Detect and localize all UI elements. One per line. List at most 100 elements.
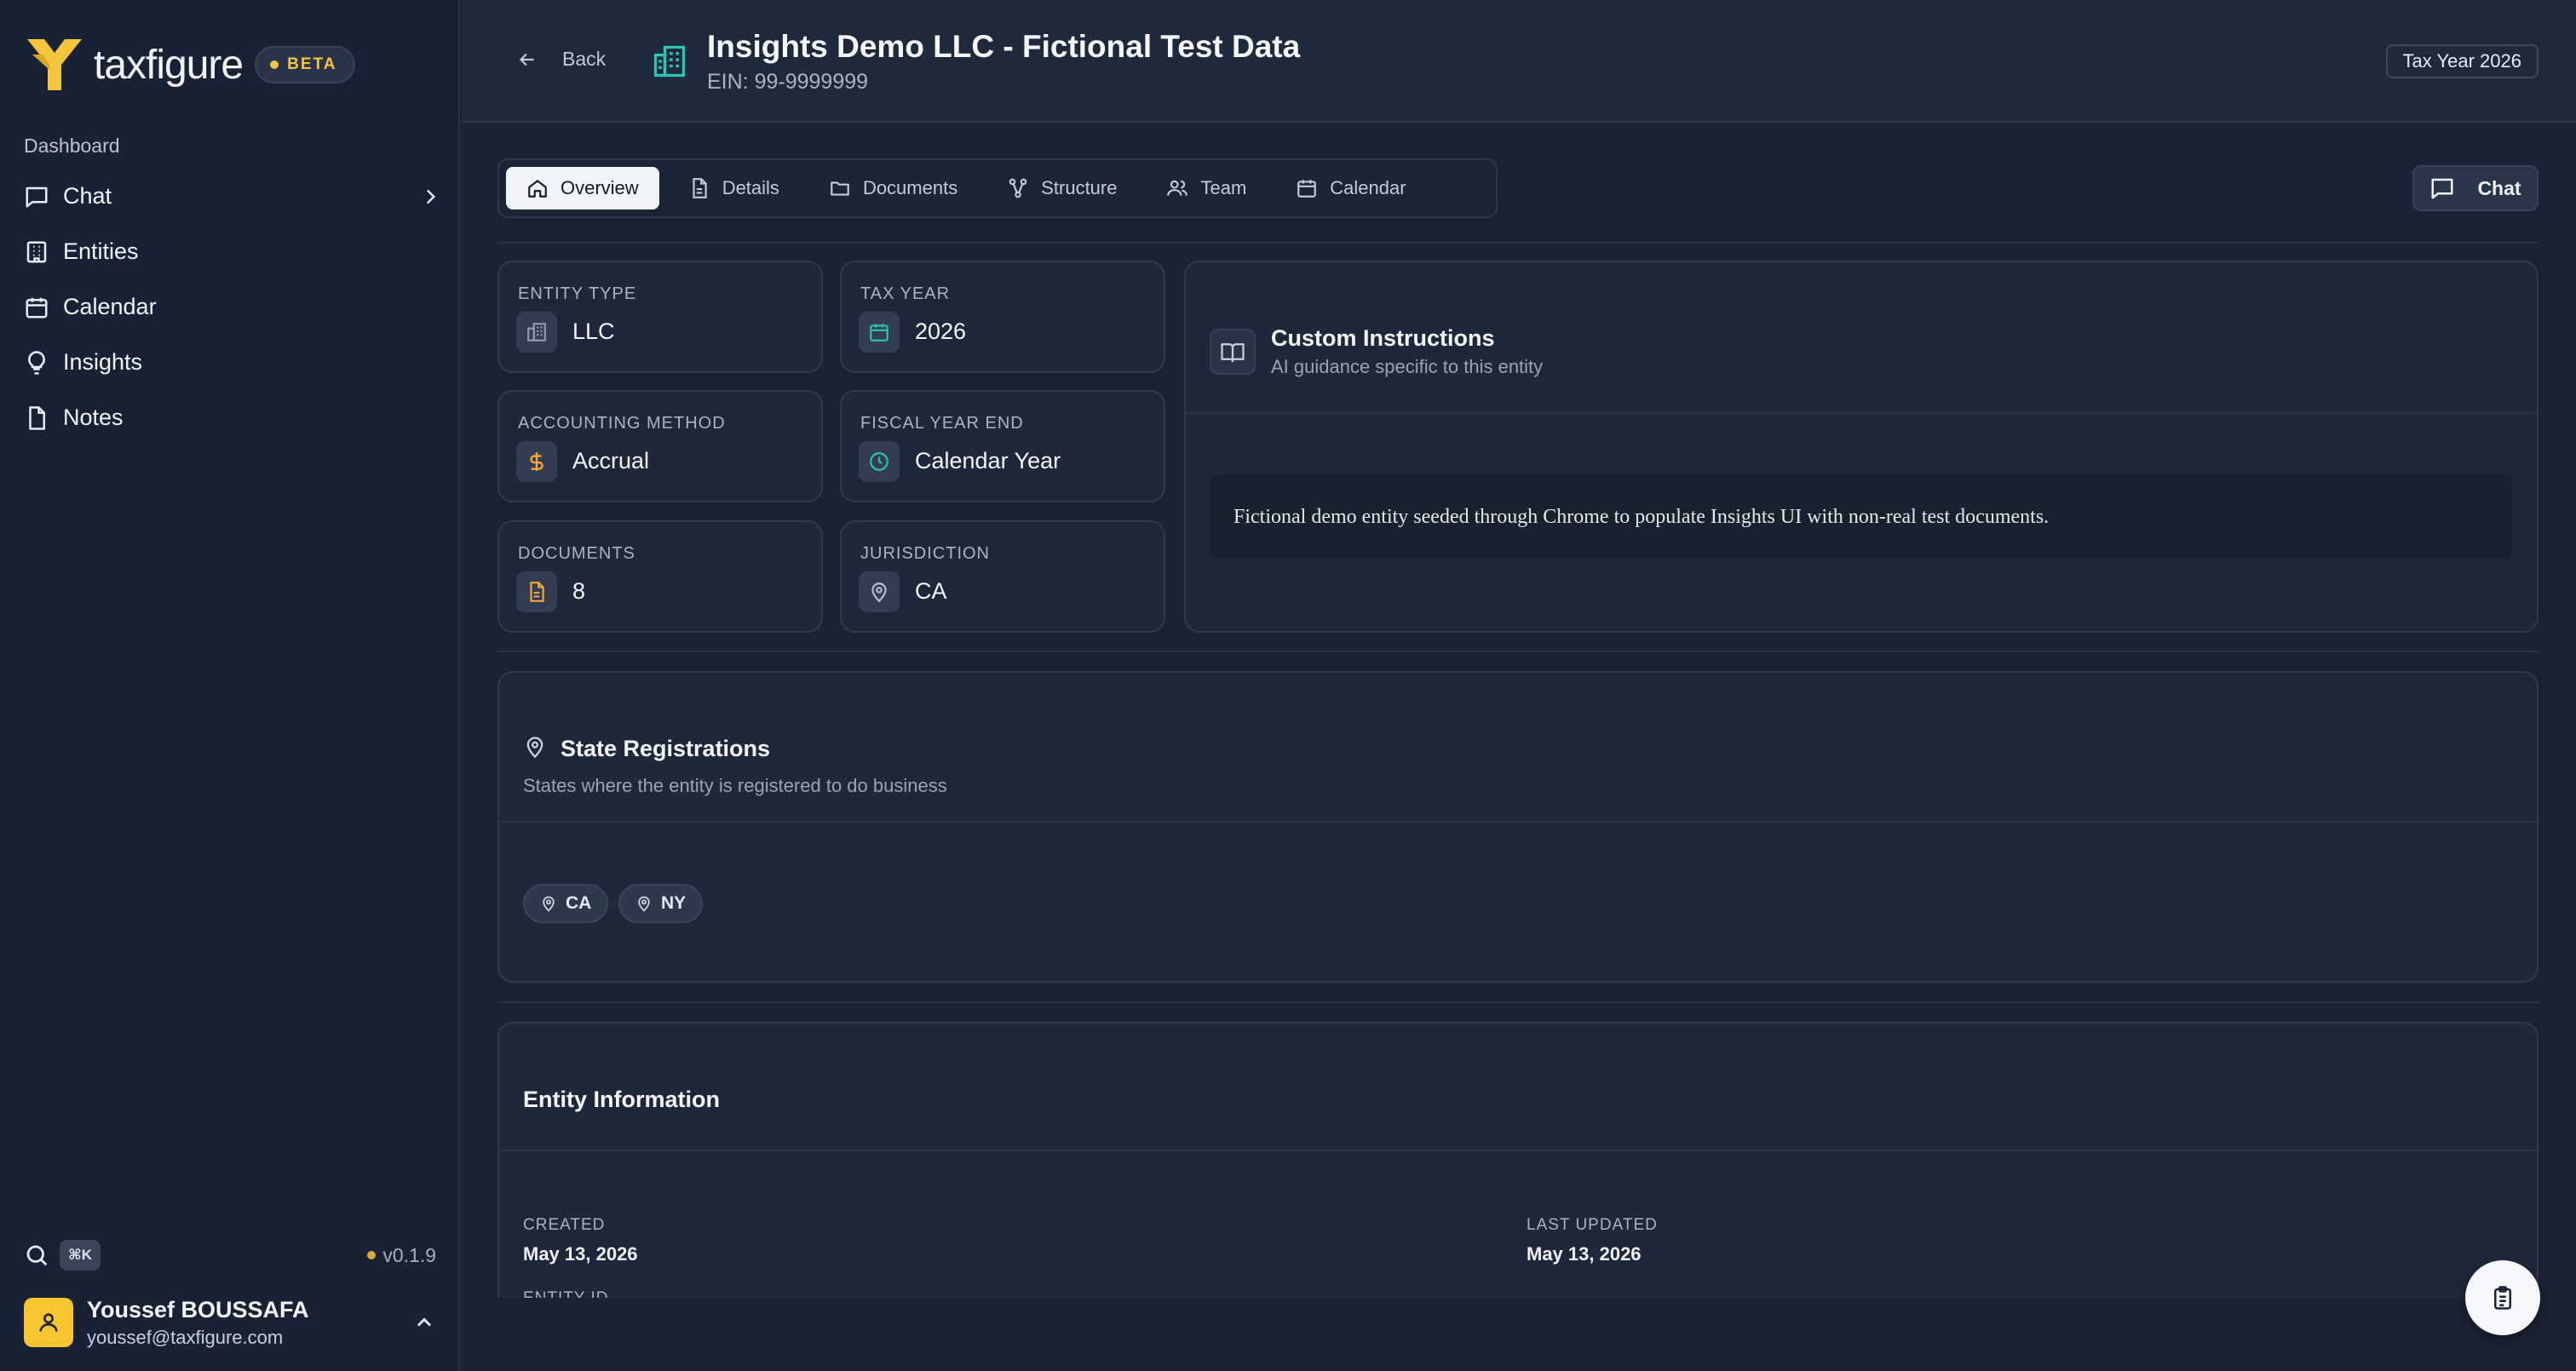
tab-label: Documents xyxy=(862,177,958,198)
back-button[interactable]: Back xyxy=(516,48,606,71)
state-registrations-card: State Registrations States where the ent… xyxy=(497,671,2539,983)
file-icon xyxy=(29,405,45,430)
sidebar-item-entities[interactable]: Entities xyxy=(24,224,441,279)
tab-label: Structure xyxy=(1041,177,1118,198)
tab-details[interactable]: Details xyxy=(668,167,800,209)
users-icon xyxy=(1167,180,1188,196)
tab-label: Details xyxy=(722,177,779,198)
stat-value: LLC xyxy=(572,318,615,344)
sidebar-item-label: Chat xyxy=(63,183,112,209)
message-square-icon xyxy=(26,186,48,207)
state-chip-ca: CA xyxy=(523,884,609,923)
divider xyxy=(497,1001,2539,1003)
brand[interactable]: taxfigure BETA xyxy=(24,31,356,99)
sidebar: taxfigure BETA Dashboard Chat Entities C… xyxy=(0,0,460,1371)
state-chip-ny: NY xyxy=(618,884,704,923)
sidebar-item-insights[interactable]: Insights xyxy=(24,335,441,390)
state-registrations-title: State Registrations xyxy=(561,736,771,761)
version-label: v0.1.9 xyxy=(367,1244,436,1267)
home-icon xyxy=(528,180,547,198)
tab-documents[interactable]: Documents xyxy=(808,167,978,209)
state-chip-label: NY xyxy=(661,893,687,913)
divider xyxy=(1186,412,2537,414)
calendar-icon xyxy=(1297,180,1317,198)
building-icon xyxy=(527,323,546,341)
tab-calendar[interactable]: Calendar xyxy=(1275,167,1426,209)
map-pin-icon xyxy=(543,896,555,912)
file-text-icon xyxy=(693,178,707,198)
user-email: youssef@taxfigure.com xyxy=(87,1326,284,1348)
tab-structure[interactable]: Structure xyxy=(986,167,1137,209)
sidebar-item-label: Calendar xyxy=(63,294,157,319)
custom-instructions-title: Custom Instructions xyxy=(1271,325,1495,351)
user-menu[interactable]: Youssef BOUSSAFA youssef@taxfigure.com xyxy=(24,1294,436,1351)
sidebar-item-calendar[interactable]: Calendar xyxy=(24,279,441,335)
clipboard-fab-button[interactable] xyxy=(2465,1260,2540,1335)
state-chip-label: CA xyxy=(566,893,592,913)
stat-card-accounting-method: ACCOUNTING METHOD Accrual xyxy=(497,390,823,502)
user-info: Youssef BOUSSAFA youssef@taxfigure.com xyxy=(87,1297,309,1349)
stat-value: 8 xyxy=(572,578,586,604)
tax-year-badge: Tax Year 2026 xyxy=(2385,44,2539,78)
tab-label: Overview xyxy=(561,177,639,198)
folder-icon xyxy=(831,181,849,196)
tab-overview[interactable]: Overview xyxy=(506,167,659,209)
ci-icon-box xyxy=(1210,329,1256,375)
chevron-up-icon[interactable] xyxy=(412,1311,436,1334)
stat-card-fiscal-year-end: FISCAL YEAR END Calendar Year xyxy=(840,390,1165,502)
custom-instructions-card: Custom Instructions AI guidance specific… xyxy=(1184,261,2539,633)
clock-icon xyxy=(870,452,888,471)
message-square-icon xyxy=(2431,178,2453,199)
entity-tabs: Overview Details Documents Structure Tea… xyxy=(497,158,1498,218)
stat-icon-box xyxy=(859,441,900,482)
stat-label: DOCUMENTS xyxy=(518,544,635,563)
search-shortcut-badge: ⌘K xyxy=(60,1240,101,1271)
sidebar-item-label: Insights xyxy=(63,349,143,375)
stat-icon-box xyxy=(516,571,557,612)
stat-label: ACCOUNTING METHOD xyxy=(518,414,726,433)
avatar xyxy=(24,1298,73,1347)
taxfigure-logo-icon xyxy=(27,39,82,90)
map-pin-icon xyxy=(638,896,650,912)
tab-team[interactable]: Team xyxy=(1146,167,1267,209)
beta-dot xyxy=(270,60,279,69)
chevron-right-icon xyxy=(426,189,436,204)
book-open-icon xyxy=(1221,343,1245,363)
version-text: v0.1.9 xyxy=(382,1243,436,1266)
sidebar-nav: Chat Entities Calendar Insights Notes xyxy=(24,169,441,445)
stat-label: TAX YEAR xyxy=(860,284,951,303)
sidebar-item-notes[interactable]: Notes xyxy=(24,390,441,445)
calendar-icon xyxy=(26,297,48,318)
last-updated-label: LAST UPDATED xyxy=(1527,1216,1658,1234)
dollar-sign-icon xyxy=(530,452,543,471)
page-header: Back Insights Demo LLC - Fictional Test … xyxy=(462,0,2576,123)
search-icon[interactable] xyxy=(24,1242,49,1268)
created-label: CREATED xyxy=(523,1216,606,1234)
stat-icon-box xyxy=(859,571,900,612)
stat-icon-box xyxy=(516,441,557,482)
nav-section-label: Dashboard xyxy=(24,135,120,157)
user-name: Youssef BOUSSAFA xyxy=(87,1296,309,1322)
content-fade xyxy=(462,1298,2576,1371)
sidebar-item-label: Notes xyxy=(63,404,124,430)
custom-instructions-text[interactable]: Fictional demo entity seeded through Chr… xyxy=(1210,475,2513,559)
building-icon xyxy=(26,241,47,262)
page-title: Insights Demo LLC - Fictional Test Data xyxy=(707,29,1301,64)
stat-icon-box xyxy=(859,312,900,353)
sidebar-footer: ⌘K v0.1.9 xyxy=(24,1240,436,1271)
lightbulb-icon xyxy=(28,350,45,375)
chat-button-label: Chat xyxy=(2477,176,2521,199)
sidebar-item-label: Entities xyxy=(63,238,139,264)
sidebar-item-chat[interactable]: Chat xyxy=(24,169,441,224)
stat-card-entity-type: ENTITY TYPE LLC xyxy=(497,261,823,373)
stat-label: ENTITY TYPE xyxy=(518,284,637,303)
beta-label: BETA xyxy=(287,55,337,73)
entity-ein: EIN: 99-9999999 xyxy=(707,70,869,94)
beta-badge: BETA xyxy=(255,46,356,83)
chat-button[interactable]: Chat xyxy=(2412,165,2539,211)
last-updated-value: May 13, 2026 xyxy=(1527,1243,1642,1265)
back-label: Back xyxy=(562,48,607,70)
stat-card-tax-year: TAX YEAR 2026 xyxy=(840,261,1165,373)
stat-label: JURISDICTION xyxy=(860,544,990,563)
stat-value: Calendar Year xyxy=(915,448,1061,473)
